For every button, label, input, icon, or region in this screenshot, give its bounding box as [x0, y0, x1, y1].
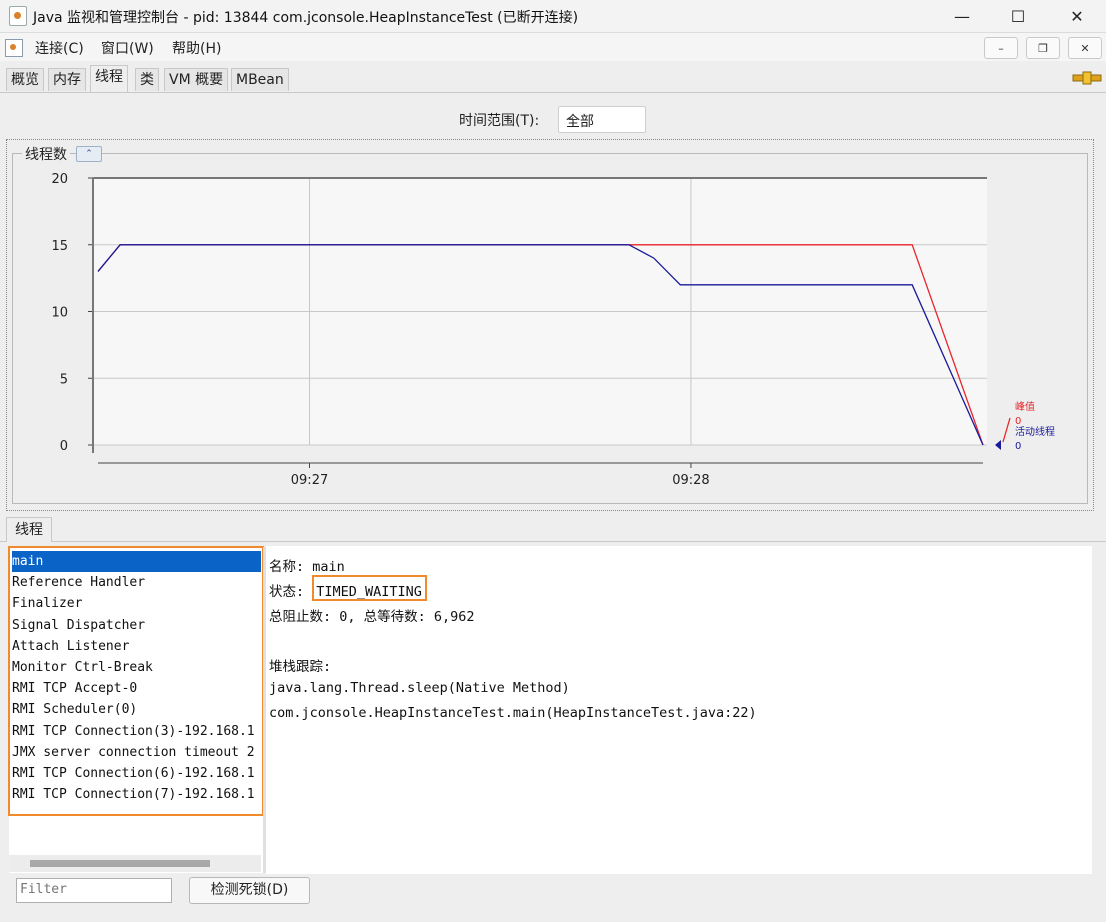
- double-chevron-up-icon: ⌃: [85, 149, 93, 159]
- thread-state-label: 状态:: [269, 584, 313, 600]
- time-range-label: 时间范围(T):: [459, 113, 540, 129]
- frame-close-button[interactable]: ✕: [1068, 37, 1102, 59]
- chart-panel-title: 线程数: [22, 144, 70, 164]
- tab-overview[interactable]: 概览: [6, 68, 44, 91]
- tab-mbean[interactable]: MBean: [231, 68, 289, 91]
- stack-frame: com.jconsole.HeapInstanceTest.main(HeapI…: [269, 705, 757, 721]
- tab-memory[interactable]: 内存: [48, 68, 86, 91]
- frame-restore-button[interactable]: ❐: [1026, 37, 1060, 59]
- threads-section-tab[interactable]: 线程: [6, 517, 52, 542]
- window-title: Java 监视和管理控制台 - pid: 13844 com.jconsole.…: [33, 10, 579, 26]
- thread-state-highlight: [312, 575, 427, 601]
- collapse-chart-button[interactable]: ⌃: [76, 146, 102, 162]
- thread-count-chart-box: [12, 153, 1088, 504]
- time-range-select[interactable]: 全部 ⌄: [558, 106, 646, 133]
- thread-counts-line: 总阻止数: 0, 总等待数: 6,962: [269, 609, 475, 625]
- connection-plug-icon[interactable]: [1072, 69, 1102, 87]
- java-app-icon: [9, 6, 27, 26]
- thread-list-highlight: [8, 546, 264, 816]
- tab-threads[interactable]: 线程: [90, 65, 128, 92]
- maximize-button[interactable]: ☐: [991, 0, 1045, 32]
- close-button[interactable]: ✕: [1050, 0, 1104, 32]
- thread-list-hscrollbar[interactable]: [9, 855, 261, 872]
- thread-filter-input[interactable]: [17, 879, 160, 900]
- chevron-down-icon: ⌄: [566, 109, 577, 123]
- detect-deadlock-button[interactable]: 检测死锁(D): [189, 877, 310, 904]
- section-divider: [0, 541, 1106, 542]
- stack-frame: java.lang.Thread.sleep(Native Method): [269, 680, 570, 696]
- menu-help[interactable]: 帮助(H): [172, 38, 221, 58]
- thread-filter-field[interactable]: [16, 878, 172, 903]
- stack-trace-title: 堆栈跟踪:: [269, 659, 332, 675]
- tab-strip: 概览 内存 线程 类 VM 概要 MBean: [0, 65, 1106, 93]
- title-bar: Java 监视和管理控制台 - pid: 13844 com.jconsole.…: [0, 0, 1106, 33]
- minimize-button[interactable]: —: [935, 0, 989, 32]
- menu-connection[interactable]: 连接(C): [35, 38, 84, 58]
- thread-name-line: 名称: main: [269, 559, 345, 575]
- menu-bar: 连接(C) 窗口(W) 帮助(H) – ❐ ✕: [0, 33, 1106, 61]
- tab-vm-summary[interactable]: VM 概要: [164, 68, 229, 91]
- tab-classes[interactable]: 类: [135, 68, 159, 91]
- menu-window[interactable]: 窗口(W): [101, 38, 154, 58]
- internal-frame-icon[interactable]: [5, 39, 23, 57]
- frame-minimize-button[interactable]: –: [984, 37, 1018, 59]
- hscroll-thumb[interactable]: [30, 860, 210, 867]
